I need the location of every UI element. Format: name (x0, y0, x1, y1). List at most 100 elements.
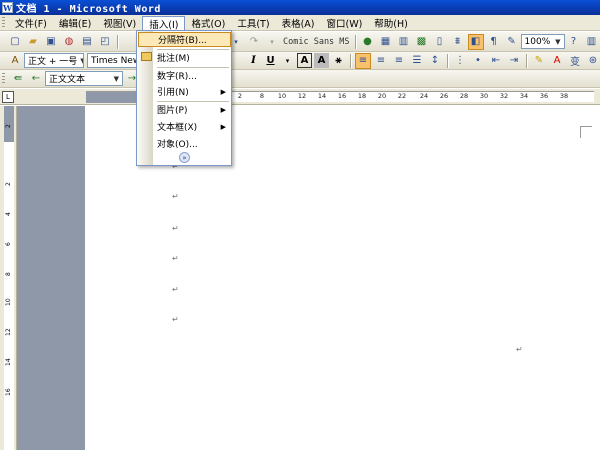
drawing-icon[interactable]: ⩩ (450, 34, 466, 50)
columns-icon[interactable]: ▯ (432, 34, 448, 50)
bullets-icon[interactable]: • (470, 53, 486, 69)
hyperlink-icon[interactable]: ● (360, 34, 376, 50)
ruler-number: 28 (459, 92, 469, 100)
char-shading-icon[interactable]: A (314, 53, 329, 68)
decrease-indent-icon[interactable]: ⇤ (488, 53, 504, 69)
phonetic-guide-icon[interactable]: 变 (567, 53, 583, 69)
menu-item-comment[interactable]: 批注(M) (138, 50, 231, 65)
save-icon[interactable]: ▣ (43, 34, 59, 50)
formatting-toolbar: A 正文 + 一号▼ Times New R I U ▾ A A ⚹ ≡ ≡ ≡… (0, 52, 600, 70)
insert-excel-icon[interactable]: ▩ (414, 34, 430, 50)
ruler-number: 32 (499, 92, 509, 100)
submenu-arrow-icon: ▶ (220, 87, 226, 96)
styles-formatting-icon[interactable]: A (7, 53, 23, 69)
outlining-toolbar: ⇚ ← 正文文本 ▼ → (0, 70, 600, 88)
increase-indent-icon[interactable]: ⇥ (506, 53, 522, 69)
vertical-ruler-number: 16 (5, 388, 12, 396)
print-preview-icon[interactable]: ◰ (97, 34, 113, 50)
font-color-icon[interactable]: A (549, 53, 565, 69)
numbering-icon[interactable]: ⋮ (452, 53, 468, 69)
vertical-ruler-number: 8 (5, 272, 12, 276)
vertical-ruler-number: 12 (5, 328, 12, 336)
ruler-number: 16 (337, 92, 347, 100)
ruler-number: 30 (479, 92, 489, 100)
align-right-icon[interactable]: ≡ (391, 53, 407, 69)
toolbar-separator (350, 53, 351, 68)
tables-borders-icon[interactable]: ▦ (378, 34, 394, 50)
highlight-icon[interactable]: ✎ (531, 53, 547, 69)
menu-table[interactable]: 表格(A) (276, 16, 321, 30)
promote-icon[interactable]: ⇚ (10, 71, 26, 87)
style-value: 正文 + 一号 (28, 57, 78, 67)
menu-view[interactable]: 视图(V) (97, 16, 142, 30)
ruler-number: 26 (439, 92, 449, 100)
chevron-down-icon: ▼ (113, 74, 119, 83)
toolbar-options-icon[interactable]: ▥ (584, 34, 600, 50)
line-spacing-icon[interactable]: ↕ (427, 53, 443, 69)
menu-item-reference[interactable]: 引用(N) ▶ (138, 84, 231, 99)
open-folder-icon[interactable]: ▰ (25, 34, 41, 50)
menu-format[interactable]: 格式(O) (185, 16, 231, 30)
ruler-number: 8 (259, 92, 265, 100)
insert-table-icon[interactable]: ▥ (396, 34, 412, 50)
new-document-icon[interactable]: ▢ (7, 34, 23, 50)
align-justify-icon[interactable]: ≡ (355, 52, 371, 69)
ruler-number: 38 (559, 92, 569, 100)
align-center-icon[interactable]: ≡ (373, 53, 389, 69)
toolbar-grip[interactable] (2, 72, 5, 85)
ruler-number: 10 (277, 92, 287, 100)
vertical-ruler[interactable]: 2 2 4 6 8 10 12 14 16 (0, 106, 17, 450)
zoom-select[interactable]: 100% ▼ (520, 34, 565, 49)
menu-item-object[interactable]: 对象(O)... (138, 136, 231, 151)
show-hide-icon[interactable]: ¶ (486, 34, 502, 50)
italic-button[interactable]: I (246, 53, 261, 68)
expand-menu-icon[interactable]: » (179, 152, 190, 163)
menu-item-number[interactable]: 数字(R)... (138, 68, 231, 83)
menu-edit[interactable]: 编辑(E) (53, 16, 97, 30)
underline-dropdown-icon[interactable]: ▾ (280, 53, 295, 68)
page-corner-mark (580, 126, 592, 138)
outline-style-select[interactable]: 正文文本 ▼ (45, 71, 123, 86)
paragraph-mark: ↵ (172, 254, 179, 263)
menu-item-label: 引用(N) (157, 88, 189, 98)
menubar-grip[interactable] (2, 16, 5, 29)
menu-item-picture[interactable]: 图片(P) ▶ (138, 102, 231, 117)
menu-bar: 文件(F) 编辑(E) 视图(V) 插入(I) 格式(O) 工具(T) 表格(A… (0, 15, 600, 32)
menu-item-label: 图片(P) (157, 106, 188, 116)
demote-icon[interactable]: ← (28, 71, 44, 87)
redo-icon[interactable]: ↷ (246, 34, 262, 50)
underline-button[interactable]: U (263, 53, 278, 68)
left-gutter (17, 106, 85, 450)
menu-window[interactable]: 窗口(W) (320, 16, 368, 30)
word-app-icon[interactable]: W (2, 2, 13, 13)
vertical-ruler-number: 2 (5, 182, 12, 186)
toolbar-separator (447, 53, 448, 68)
ink-icon[interactable]: ✎ (504, 34, 520, 50)
document-map-icon[interactable]: ◧ (467, 33, 484, 50)
tab-selector-icon[interactable]: L (2, 91, 14, 103)
menu-item-break[interactable]: 分隔符(B)... (138, 32, 231, 47)
redo-dropdown-icon[interactable]: ▾ (264, 34, 280, 50)
distributed-icon[interactable]: ☰ (409, 53, 425, 69)
paragraph-mark: ↵ (172, 224, 179, 233)
zoom-value: 100% (524, 36, 551, 47)
print-icon[interactable]: ▤ (79, 34, 95, 50)
menu-help[interactable]: 帮助(H) (368, 16, 414, 30)
vertical-ruler-number: 6 (5, 242, 12, 246)
menu-tools[interactable]: 工具(T) (231, 16, 275, 30)
style-select[interactable]: 正文 + 一号▼ (24, 53, 84, 68)
permission-icon[interactable]: ◍ (61, 34, 77, 50)
paragraph-mark: ↵ (172, 285, 179, 294)
char-border-icon[interactable]: A (297, 53, 312, 68)
enclose-char-icon[interactable]: ⊛ (585, 53, 600, 69)
menu-item-textbox[interactable]: 文本框(X) ▶ (138, 119, 231, 134)
vertical-ruler-number: 10 (5, 298, 12, 306)
menu-item-label: 批注(M) (157, 54, 190, 64)
paragraph-mark: ↵ (172, 192, 179, 201)
menu-file[interactable]: 文件(F) (9, 16, 53, 30)
char-scale-icon[interactable]: ⚹ (331, 53, 346, 68)
help-icon[interactable]: ? (566, 34, 582, 50)
horizontal-ruler-row: L 86428101214161820222426283032343638 (0, 89, 600, 105)
ruler-number: 2 (237, 92, 243, 100)
toolbar-separator (117, 34, 118, 49)
